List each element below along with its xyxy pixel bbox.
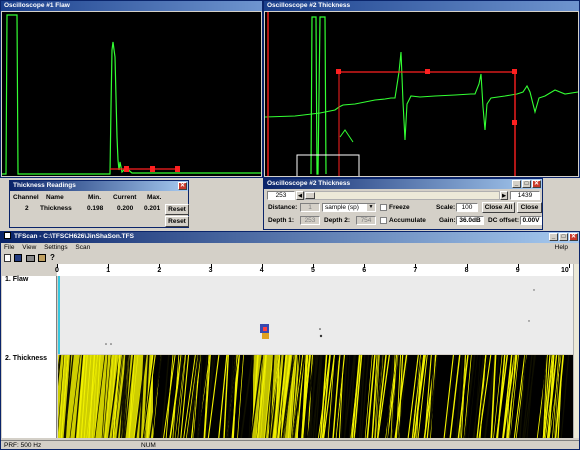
status-prf: PRF: 500 Hz [4, 442, 42, 449]
depth2-label: Depth 2: [324, 217, 350, 224]
thickness-scan-track[interactable] [58, 355, 573, 438]
track-label-flaw: 1. Flaw [5, 276, 29, 283]
ruler-tick [569, 264, 570, 268]
ruler-label: 9 [515, 267, 520, 274]
scope2-control-panel: Oscilloscope #2 Thickness _ □ ✕ 253 ◀ ▶ … [263, 178, 543, 230]
maximize-icon[interactable]: □ [559, 233, 568, 241]
distance-field[interactable]: 1 [300, 203, 320, 212]
position-ruler: 0 1 2 3 4 5 6 7 8 9 10 [55, 264, 573, 276]
accumulate-label: Accumulate [389, 217, 426, 224]
main-window: TFScan - C:\TFSCH626\JinShaSon.TFS _ □ ✕… [0, 231, 580, 450]
dc-offset-label: DC offset: [488, 217, 520, 224]
oscilloscope-1-trace [2, 14, 261, 175]
ruler-label: 8 [464, 267, 469, 274]
flaw-scan-track[interactable] [58, 276, 573, 354]
accumulate-checkbox[interactable] [380, 217, 387, 224]
thickness-readings-title: Thickness Readings [10, 181, 188, 191]
menu-bar: File View Settings Scan Help [4, 244, 574, 252]
ruler-label: 6 [362, 267, 367, 274]
thickness-scan-image [58, 355, 570, 438]
oscilloscope-2-title: Oscilloscope #2 Thickness [264, 1, 579, 11]
chevron-down-icon[interactable]: ▼ [367, 204, 375, 211]
main-title-text: TFScan - C:\TFSCH626\JinShaSon.TFS [14, 233, 134, 240]
track-label-column: 1. Flaw 2. Thickness [2, 276, 57, 438]
col-header-max: Max. [147, 194, 162, 201]
scroll-right-icon[interactable]: ▶ [500, 191, 508, 200]
minimize-icon[interactable]: _ [549, 233, 558, 241]
reading-channel: 2 [25, 205, 29, 212]
position-end-value[interactable]: 1439 [510, 191, 540, 200]
depth1-label: Depth 1: [268, 217, 294, 224]
new-file-icon[interactable] [4, 254, 11, 262]
col-header-name: Name [46, 194, 64, 201]
app-icon [4, 232, 11, 239]
unit-select[interactable]: sample (sp) ▼ [322, 203, 376, 212]
ruler-label: 10 [561, 267, 569, 274]
minimize-icon[interactable]: _ [512, 180, 521, 188]
vertical-scrollbar[interactable] [573, 264, 579, 438]
reading-min: 0.198 [87, 205, 104, 212]
depth2-field[interactable]: 754 [356, 216, 376, 225]
ruler-label: 3 [208, 267, 213, 274]
flaw-scan-image [58, 276, 535, 354]
close-all-button[interactable]: Close All [482, 202, 515, 213]
position-value[interactable]: 253 [267, 191, 295, 200]
scale-field[interactable]: 100 [456, 203, 478, 212]
thickness-readings-dialog: Thickness Readings ✕ Channel Name Min. C… [9, 180, 189, 228]
menu-file[interactable]: File [4, 244, 14, 251]
track-label-thickness: 2. Thickness [5, 355, 48, 362]
oscilloscope-1-window: Oscilloscope #1 Flaw [0, 0, 263, 178]
menu-scan[interactable]: Scan [75, 244, 90, 251]
close-icon[interactable]: ✕ [178, 182, 187, 190]
reset-button-2[interactable]: Reset [165, 216, 189, 227]
freeze-checkbox[interactable] [380, 204, 387, 211]
scroll-left-icon[interactable]: ◀ [296, 191, 304, 200]
print-icon[interactable] [26, 255, 35, 262]
col-header-channel: Channel [13, 194, 39, 201]
gain-field[interactable]: 36.0dB [456, 216, 484, 225]
scope2-control-title: Oscilloscope #2 Thickness [264, 179, 542, 189]
position-slider[interactable] [304, 191, 500, 200]
ruler-label: 0 [55, 267, 59, 274]
oscilloscope-2-display[interactable] [264, 12, 579, 176]
ruler-label: 5 [311, 267, 315, 274]
distance-label: Distance: [268, 204, 298, 211]
gain-label: Gain: [439, 217, 456, 224]
oscilloscope-1-display[interactable] [2, 12, 261, 176]
ruler-label: 7 [413, 267, 418, 274]
col-header-current: Current [113, 194, 137, 201]
close-icon[interactable]: ✕ [532, 180, 541, 188]
ruler-label: 4 [259, 267, 264, 274]
help-icon[interactable]: ? [50, 253, 55, 262]
maximize-icon[interactable]: □ [522, 180, 531, 188]
menu-help[interactable]: Help [555, 244, 568, 251]
freeze-label: Freeze [389, 204, 410, 211]
close-icon[interactable]: ✕ [569, 233, 578, 241]
reading-max: 0.201 [144, 205, 161, 212]
scale-label: Scale: [436, 204, 456, 211]
status-num: NUM [141, 442, 156, 449]
reset-button-1[interactable]: Reset [165, 204, 189, 215]
unit-select-value: sample (sp) [325, 204, 359, 211]
main-window-title: TFScan - C:\TFSCH626\JinShaSon.TFS [1, 232, 579, 243]
menu-settings[interactable]: Settings [44, 244, 68, 251]
save-icon[interactable] [14, 254, 22, 262]
close-button[interactable]: Close [517, 202, 542, 213]
oscilloscope-2-trace [264, 12, 579, 176]
dc-offset-field[interactable]: 0.00V [520, 216, 542, 225]
oscilloscope-2-window: Oscilloscope #2 Thickness [263, 0, 580, 178]
ruler-label: 1 [106, 267, 111, 274]
ruler-label: 2 [157, 267, 162, 274]
status-bar: PRF: 500 Hz NUM [1, 440, 579, 450]
reading-name: Thickness [40, 205, 72, 212]
slider-thumb[interactable] [305, 192, 315, 199]
toolbar: ? [3, 253, 83, 263]
settings-icon[interactable] [38, 254, 46, 262]
oscilloscope-1-title: Oscilloscope #1 Flaw [1, 1, 262, 11]
col-header-min: Min. [88, 194, 101, 201]
depth1-field[interactable]: 253 [300, 216, 320, 225]
reading-current: 0.200 [117, 205, 134, 212]
menu-view[interactable]: View [22, 244, 36, 251]
